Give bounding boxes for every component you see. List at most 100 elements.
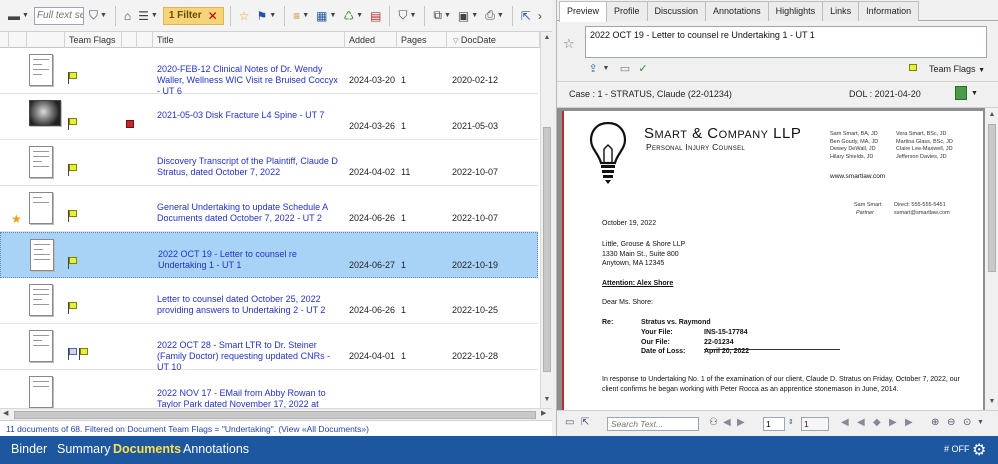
document-thumbnail[interactable] (29, 146, 53, 178)
share-icon[interactable]: ⇪ (587, 63, 599, 75)
document-title[interactable]: Letter to counsel dated October 25, 2022… (157, 294, 343, 316)
folder-menu-button[interactable]: ▬ ▼ (6, 5, 31, 27)
table-row[interactable]: 2020-FEB-12 Clinical Notes of Dr. Wendy … (0, 48, 538, 97)
search-previous-icon[interactable]: ◀ (723, 417, 731, 429)
tab-profile[interactable]: Profile (606, 1, 648, 21)
document-title[interactable]: 2021-05-03 Disk Fracture L4 Spine - UT 7 (157, 110, 343, 121)
table-row[interactable]: 2021-05-03 Disk Fracture L4 Spine - UT 7… (0, 94, 538, 140)
scroll-up-icon[interactable]: ▲ (985, 111, 998, 118)
list-status-text[interactable]: 11 documents of 68. Filtered on Document… (0, 420, 552, 436)
tab-information[interactable]: Information (858, 1, 920, 21)
next-page-icon[interactable]: ▶ (889, 417, 897, 429)
column-header-team-flags[interactable]: Team Flags (65, 32, 122, 48)
open-external-icon[interactable]: ⇱ (581, 417, 589, 429)
calendar-button[interactable]: ▤ (368, 5, 383, 27)
team-flags-dropdown[interactable]: Team Flags ▼ (909, 64, 985, 74)
column-header-type[interactable] (137, 32, 153, 48)
column-header-thumbnail[interactable] (27, 32, 65, 48)
zoom-out-icon[interactable]: ⊖ (947, 417, 955, 429)
recycle-button[interactable]: ♺ ▼ (341, 5, 365, 27)
star-icon[interactable]: ★ (11, 212, 22, 226)
column-header-title[interactable]: Title (153, 32, 345, 48)
flag-button[interactable]: ⚑ ▼ (254, 5, 278, 27)
list-horizontal-scrollbar[interactable]: ◀ ▶ (0, 408, 552, 420)
print-button[interactable]: ⎙ ▼ (483, 5, 506, 27)
export-button[interactable]: ▣ ▼ (456, 5, 480, 27)
filter-button[interactable]: ⛉ ▼ (396, 5, 418, 27)
columns-button[interactable]: ▦ ▼ (314, 5, 338, 27)
tab-annotations[interactable]: Annotations (705, 1, 769, 21)
table-row[interactable]: 2022 OCT 28 - Smart LTR to Dr. Steiner (… (0, 324, 538, 373)
tab-highlights[interactable]: Highlights (767, 1, 824, 21)
tab-discussion[interactable]: Discussion (646, 1, 707, 21)
document-thumbnail[interactable] (29, 376, 53, 408)
home-button[interactable]: ⌂ (122, 5, 133, 27)
document-thumbnail[interactable] (29, 284, 53, 316)
scroll-right-icon[interactable]: ▶ (541, 409, 546, 417)
scroll-down-icon[interactable]: ▼ (541, 396, 553, 403)
nav-binder[interactable]: Binder (11, 442, 47, 456)
document-thumbnail[interactable] (29, 192, 53, 224)
page-icon[interactable]: ▭ (619, 63, 631, 75)
document-title[interactable]: 2022 OCT 28 - Smart LTR to Dr. Steiner (… (157, 340, 343, 373)
page-position-icon[interactable]: ◆ (873, 417, 881, 429)
viewer-search-input[interactable] (607, 417, 699, 431)
document-title[interactable]: 2022 NOV 17 - EMail from Abby Rowan to T… (157, 388, 343, 408)
clear-filter-icon[interactable]: ✕ (208, 9, 218, 23)
column-header-pages[interactable]: Pages (397, 32, 447, 48)
nav-summary[interactable]: Summary (57, 442, 110, 456)
column-header-color[interactable] (122, 32, 137, 48)
folder-icon[interactable]: ▭ (565, 417, 574, 429)
favorite-star-icon[interactable]: ☆ (563, 36, 575, 52)
column-header-docdate[interactable]: ▽ DocDate (447, 32, 540, 48)
viewer-vertical-scrollbar[interactable]: ▲ ▼ (985, 108, 998, 410)
document-title[interactable]: 2022 OCT 19 - Letter to counsel re Under… (158, 249, 344, 271)
star-button[interactable]: ☆ (237, 5, 252, 27)
off-toggle[interactable]: # OFF (944, 444, 970, 454)
list-vertical-scrollbar[interactable]: ▲ ▼ (540, 32, 552, 408)
scroll-left-icon[interactable]: ◀ (3, 409, 8, 417)
tab-links[interactable]: Links (822, 1, 860, 21)
scrollbar-thumb[interactable] (14, 411, 536, 419)
zoom-menu-icon[interactable]: ⊙ (963, 417, 971, 429)
full-text-search-input[interactable] (33, 6, 84, 25)
document-title-field[interactable]: 2022 OCT 19 - Letter to counsel re Under… (585, 26, 987, 58)
chevron-down-icon[interactable]: ▼ (971, 90, 978, 97)
list-view-button[interactable]: ☰ ▼ (136, 5, 160, 27)
toolbar-overflow-button[interactable]: › (536, 5, 544, 27)
scroll-up-icon[interactable]: ▲ (541, 34, 553, 41)
page-stepper-icon[interactable]: ⇕ (788, 417, 794, 429)
document-thumbnail[interactable] (30, 239, 54, 271)
scroll-down-icon[interactable]: ▼ (985, 398, 998, 405)
document-thumbnail[interactable] (29, 54, 53, 86)
table-row[interactable]: Letter to counsel dated October 25, 2022… (0, 278, 538, 324)
copy-button[interactable]: ⧉ ▼ (431, 5, 453, 27)
zoom-in-icon[interactable]: ⊕ (931, 417, 939, 429)
document-thumbnail[interactable] (29, 330, 53, 362)
photo-thumbnail[interactable] (29, 100, 61, 126)
document-title[interactable]: General Undertaking to update Schedule A… (157, 202, 343, 224)
open-external-button[interactable]: ⇱ (519, 5, 533, 27)
table-row[interactable]: Discovery Transcript of the Plaintiff, C… (0, 140, 538, 186)
column-header-star[interactable] (9, 32, 27, 48)
table-row-selected[interactable]: 2022 OCT 19 - Letter to counsel re Under… (0, 232, 538, 278)
document-title[interactable]: Discovery Transcript of the Plaintiff, C… (157, 156, 343, 178)
nav-annotations[interactable]: Annotations (183, 442, 249, 456)
previous-page-icon[interactable]: ◀ (857, 417, 865, 429)
nav-documents[interactable]: Documents (113, 442, 181, 456)
binder-icon[interactable] (955, 86, 967, 100)
scrollbar-thumb[interactable] (543, 127, 551, 372)
tab-preview[interactable]: Preview (559, 1, 608, 22)
document-title[interactable]: 2020-FEB-12 Clinical Notes of Dr. Wendy … (157, 64, 343, 97)
first-page-icon[interactable]: ◀ (841, 417, 849, 429)
column-header-added[interactable]: Added (345, 32, 397, 48)
gear-icon[interactable]: ⚙ (972, 440, 986, 460)
last-page-icon[interactable]: ▶ (905, 417, 913, 429)
binoculars-icon[interactable]: ⚇ (709, 417, 718, 429)
scrollbar-thumb[interactable] (988, 124, 996, 272)
active-filter-badge[interactable]: 1 Filter ✕ (162, 6, 224, 25)
page-number-input[interactable] (763, 417, 785, 431)
column-header-select[interactable] (0, 32, 9, 48)
chevron-down-icon[interactable]: ▼ (977, 417, 984, 429)
color-button[interactable]: ≡ ▼ (291, 5, 311, 27)
